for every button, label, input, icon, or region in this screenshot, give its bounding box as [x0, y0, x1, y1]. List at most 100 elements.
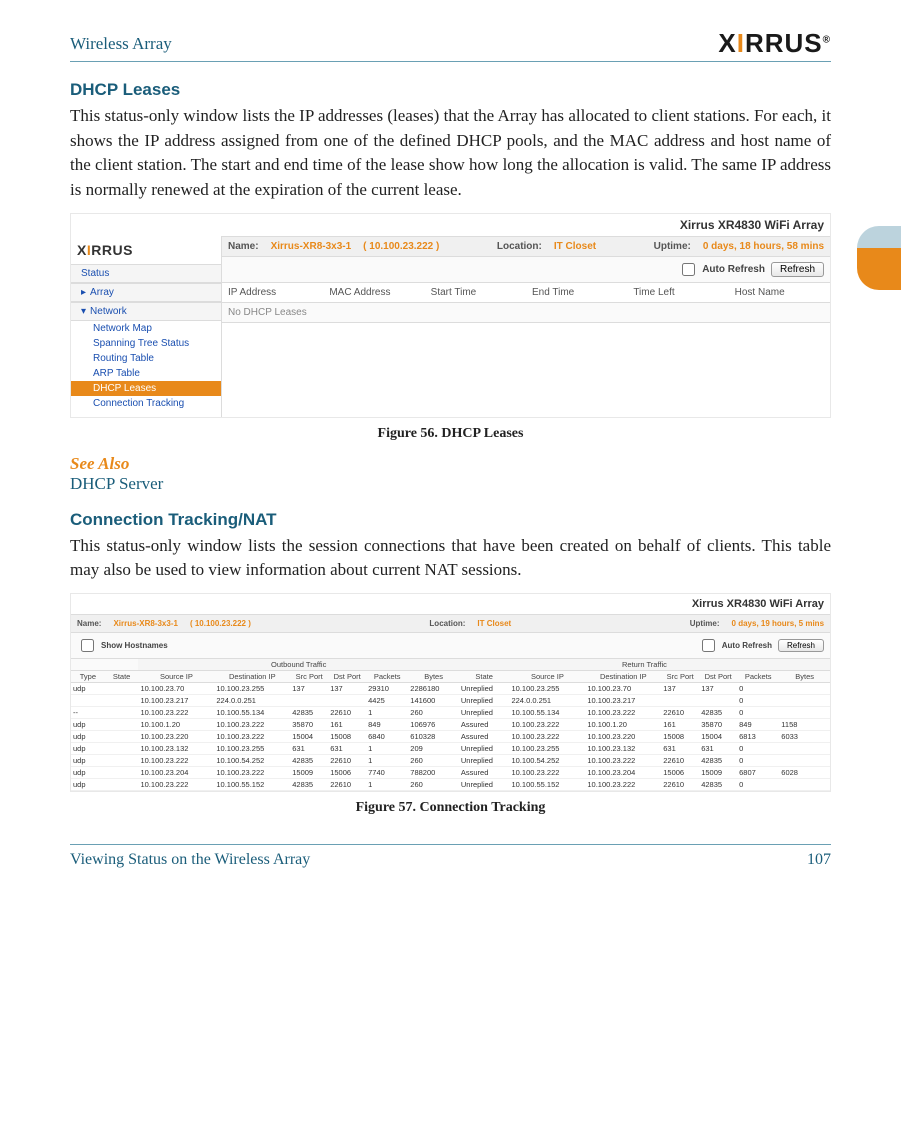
- table-cell: 137: [290, 682, 328, 694]
- table-cell: 10.100.23.70: [138, 682, 214, 694]
- doc-title: Wireless Array: [70, 34, 172, 54]
- table-header: Packets: [737, 670, 779, 682]
- info-header: Name: Xirrus-XR8-3x3-1 ( 10.100.23.222 )…: [71, 614, 830, 633]
- table-cell: 1: [366, 742, 408, 754]
- group-outbound: Outbound Traffic: [138, 659, 458, 671]
- table-cell: 22610: [328, 778, 366, 790]
- table-cell: 10.100.23.222: [214, 718, 290, 730]
- location-value[interactable]: IT Closet: [554, 241, 596, 252]
- table-cell: 10.100.55.152: [214, 778, 290, 790]
- uptime-label: Uptime:: [690, 619, 720, 628]
- figure-ct-ui: Xirrus XR4830 WiFi Array Name: Xirrus-XR…: [70, 593, 831, 792]
- table-cell: 849: [366, 718, 408, 730]
- table-cell: Unreplied: [459, 694, 510, 706]
- show-hostnames-checkbox[interactable]: Show Hostnames: [77, 636, 168, 655]
- table-cell: udp: [71, 754, 105, 766]
- table-cell: 260: [408, 706, 459, 718]
- auto-refresh-checkbox[interactable]: Auto Refresh: [698, 636, 772, 655]
- table-cell: [105, 754, 139, 766]
- brand-logo: XIRRUS®: [718, 28, 831, 59]
- table-cell: 10.100.23.222: [138, 754, 214, 766]
- name-label: Name:: [77, 619, 101, 628]
- table-cell: 22610: [661, 778, 699, 790]
- nav-status[interactable]: Status: [71, 264, 221, 283]
- page-footer: Viewing Status on the Wireless Array 107: [70, 844, 831, 869]
- table-cell: [290, 694, 328, 706]
- table-cell: 849: [737, 718, 779, 730]
- table-cell: 137: [661, 682, 699, 694]
- refresh-button[interactable]: Refresh: [771, 262, 824, 277]
- see-also-heading: See Also: [70, 454, 831, 474]
- table-cell: [105, 766, 139, 778]
- table-cell: 10.100.55.134: [509, 706, 585, 718]
- name-value[interactable]: Xirrus-XR8-3x3-1: [113, 619, 177, 628]
- table-cell: 137: [699, 682, 737, 694]
- table-cell: Assured: [459, 766, 510, 778]
- table-cell: 10.100.23.220: [585, 730, 661, 742]
- page-thumb-tab: [857, 226, 901, 290]
- group-return: Return Traffic: [459, 659, 830, 671]
- table-cell: 10.100.23.255: [214, 682, 290, 694]
- body-text-ct: This status-only window lists the sessio…: [70, 534, 831, 583]
- table-cell: 10.100.23.70: [585, 682, 661, 694]
- dhcp-table: IP AddressMAC AddressStart TimeEnd TimeT…: [222, 283, 830, 303]
- table-cell: 10.100.23.222: [138, 706, 214, 718]
- table-cell: 15008: [328, 730, 366, 742]
- show-hostnames-input[interactable]: [81, 639, 94, 652]
- table-cell: 15004: [290, 730, 328, 742]
- table-cell: 15009: [699, 766, 737, 778]
- refresh-button[interactable]: Refresh: [778, 639, 824, 652]
- table-cell: 10.100.23.222: [214, 730, 290, 742]
- table-cell: 209: [408, 742, 459, 754]
- table-cell: 22610: [328, 754, 366, 766]
- table-cell: 15009: [290, 766, 328, 778]
- table-cell: [328, 694, 366, 706]
- sidebar-sub-item[interactable]: Connection Tracking: [71, 396, 221, 411]
- table-cell: 6033: [779, 730, 830, 742]
- table-cell: 10.100.23.222: [585, 754, 661, 766]
- table-cell: 1158: [779, 718, 830, 730]
- table-cell: [779, 706, 830, 718]
- table-cell: 137: [328, 682, 366, 694]
- auto-refresh-checkbox[interactable]: Auto Refresh: [678, 260, 765, 279]
- table-cell: 161: [328, 718, 366, 730]
- table-cell: 10.100.23.220: [138, 730, 214, 742]
- uptime-value: 0 days, 19 hours, 5 mins: [732, 619, 824, 628]
- table-cell: 15006: [328, 766, 366, 778]
- table-header: State: [459, 670, 510, 682]
- table-cell: 42835: [699, 754, 737, 766]
- table-cell: 42835: [290, 778, 328, 790]
- table-cell: 22610: [328, 706, 366, 718]
- table-cell: 22610: [661, 754, 699, 766]
- table-cell: 10.100.23.217: [585, 694, 661, 706]
- location-label: Location:: [497, 241, 542, 252]
- table-cell: 0: [737, 706, 779, 718]
- sidebar-sub-item[interactable]: ARP Table: [71, 366, 221, 381]
- refresh-row: Auto Refresh Refresh: [222, 257, 830, 283]
- nav-array[interactable]: ▸ Array: [71, 283, 221, 302]
- table-header: Host Name: [729, 283, 830, 303]
- name-ip: ( 10.100.23.222 ): [363, 241, 439, 252]
- sidebar-sub-item[interactable]: Routing Table: [71, 351, 221, 366]
- sidebar-sub-item[interactable]: DHCP Leases: [71, 381, 221, 396]
- table-header: Bytes: [779, 670, 830, 682]
- table-cell: [699, 694, 737, 706]
- table-cell: [779, 754, 830, 766]
- sidebar-sub-item[interactable]: Network Map: [71, 321, 221, 336]
- name-value[interactable]: Xirrus-XR8-3x3-1: [271, 241, 352, 252]
- table-cell: [105, 694, 139, 706]
- table-cell: 22610: [661, 706, 699, 718]
- table-cell: 35870: [290, 718, 328, 730]
- location-value[interactable]: IT Closet: [477, 619, 511, 628]
- auto-refresh-input[interactable]: [702, 639, 715, 652]
- table-cell: 6813: [737, 730, 779, 742]
- table-cell: 10.100.23.222: [138, 778, 214, 790]
- table-cell: Unreplied: [459, 754, 510, 766]
- sidebar-sub-item[interactable]: Spanning Tree Status: [71, 336, 221, 351]
- table-cell: 10.100.23.222: [585, 706, 661, 718]
- table-cell: udp: [71, 778, 105, 790]
- see-also-link[interactable]: DHCP Server: [70, 474, 831, 494]
- table-cell: 10.100.23.222: [214, 766, 290, 778]
- auto-refresh-input[interactable]: [682, 263, 695, 276]
- nav-network[interactable]: ▾ Network: [71, 302, 221, 321]
